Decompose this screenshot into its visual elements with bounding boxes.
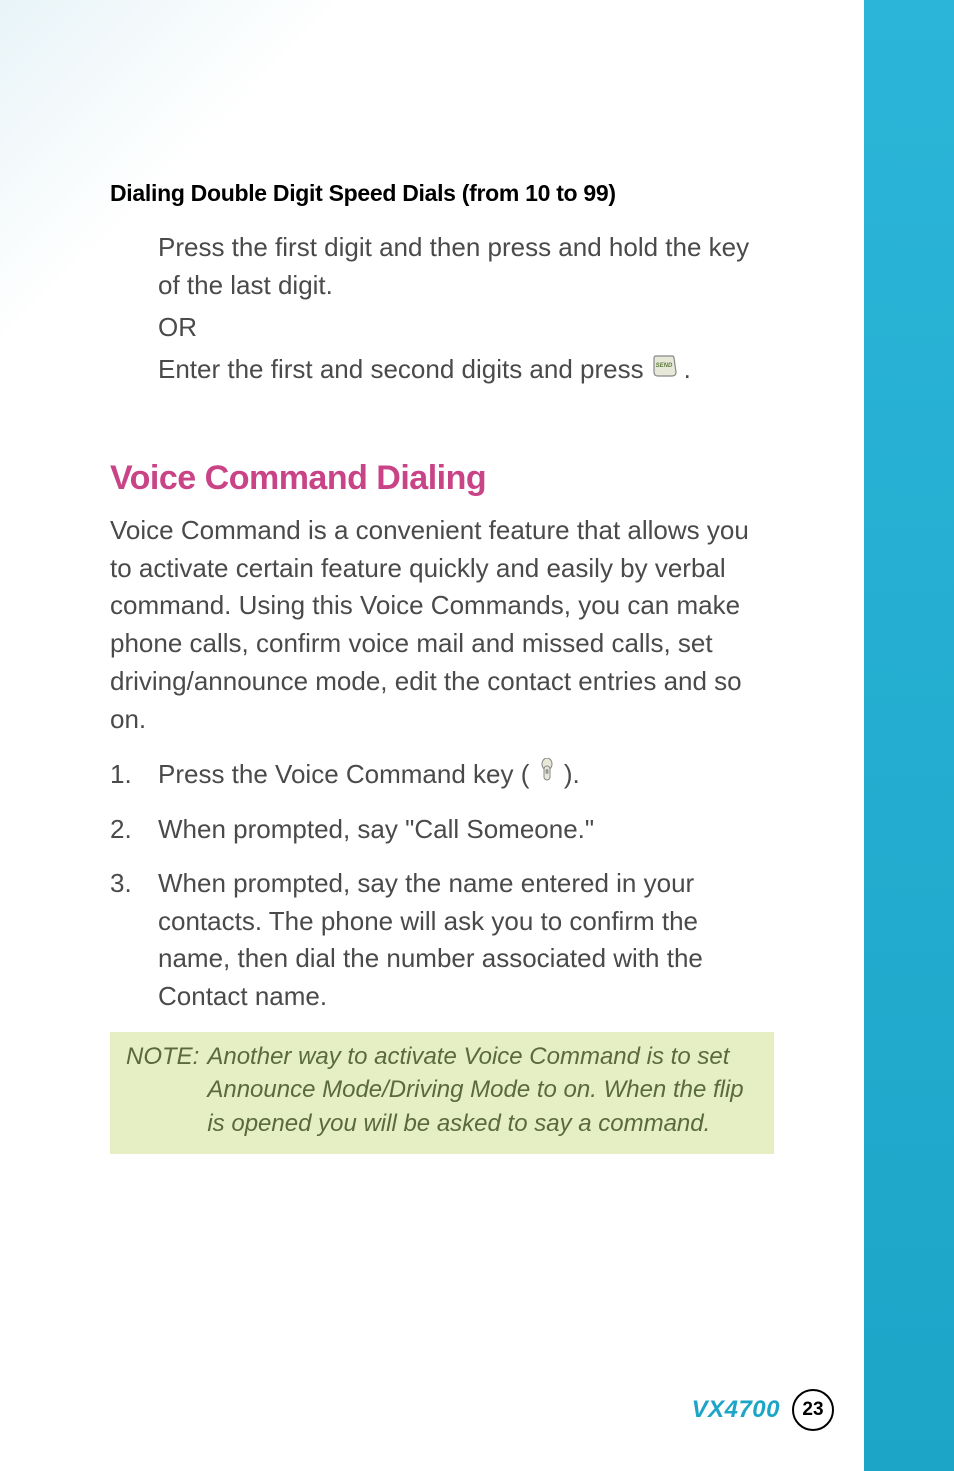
send-key-icon: SEND xyxy=(650,351,678,389)
content-area: Dialing Double Digit Speed Dials (from 1… xyxy=(0,0,864,1471)
note-label: NOTE: xyxy=(126,1040,199,1141)
or-text: OR xyxy=(158,312,774,343)
speed-dial-para2: Enter the first and second digits and pr… xyxy=(158,351,774,389)
voice-command-key-icon xyxy=(539,757,555,795)
step1-before: Press the Voice Command key ( xyxy=(158,759,529,789)
step-3: When prompted, say the name entered in y… xyxy=(110,865,774,1016)
right-color-bar xyxy=(864,0,954,1471)
page-footer: VX4700 23 xyxy=(692,1389,834,1431)
svg-text:SEND: SEND xyxy=(655,363,672,369)
step1-after: ). xyxy=(564,759,580,789)
speed-dial-heading: Dialing Double Digit Speed Dials (from 1… xyxy=(110,180,774,207)
footer-model: VX4700 xyxy=(692,1396,780,1424)
note-box: NOTE: Another way to activate Voice Comm… xyxy=(110,1032,774,1155)
step-1: Press the Voice Command key ( ). xyxy=(110,756,774,795)
page-number: 23 xyxy=(792,1389,834,1431)
voice-command-heading: Voice Command Dialing xyxy=(110,459,774,498)
note-text: Another way to activate Voice Command is… xyxy=(207,1040,758,1141)
speed-dial-para2-after: . xyxy=(684,351,691,389)
speed-dial-para1: Press the first digit and then press and… xyxy=(158,229,774,304)
speed-dial-para2-before: Enter the first and second digits and pr… xyxy=(158,351,644,389)
voice-command-steps: Press the Voice Command key ( ). When pr… xyxy=(110,756,774,1015)
voice-command-intro: Voice Command is a convenient feature th… xyxy=(110,512,774,738)
step-2: When prompted, say "Call Someone." xyxy=(110,811,774,849)
page-wrapper: Dialing Double Digit Speed Dials (from 1… xyxy=(0,0,954,1471)
